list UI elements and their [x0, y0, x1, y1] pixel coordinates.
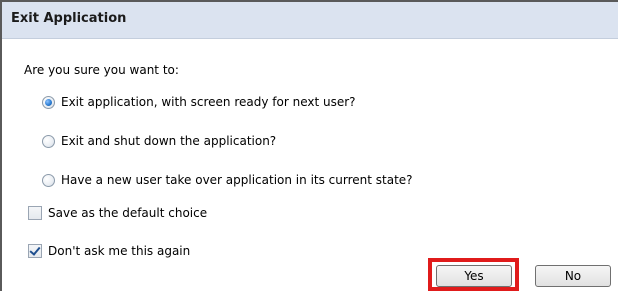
- checkbox-label: Don't ask me this again: [48, 244, 191, 258]
- exit-application-dialog: Exit Application Are you sure you want t…: [0, 0, 618, 291]
- radio-unselected-icon[interactable]: [42, 134, 55, 148]
- yes-button-highlight-box: [428, 258, 519, 291]
- checkbox-checked-icon[interactable]: [28, 244, 42, 258]
- radio-selected-icon[interactable]: [42, 95, 55, 109]
- checkbox-save-default[interactable]: Save as the default choice: [28, 206, 207, 220]
- prompt-text: Are you sure you want to:: [24, 63, 179, 77]
- dialog-title: Exit Application: [11, 11, 127, 26]
- checkbox-unchecked-icon[interactable]: [28, 206, 42, 220]
- option-new-user-takeover[interactable]: Have a new user take over application in…: [42, 173, 413, 187]
- option-exit-shutdown[interactable]: Exit and shut down the application?: [42, 134, 276, 148]
- dialog-titlebar: Exit Application: [2, 2, 618, 39]
- option-label: Have a new user take over application in…: [61, 173, 413, 187]
- option-label: Exit and shut down the application?: [61, 134, 277, 148]
- no-button[interactable]: No: [535, 265, 611, 287]
- checkbox-label: Save as the default choice: [48, 206, 208, 220]
- radio-unselected-icon[interactable]: [42, 173, 55, 187]
- dialog-border-left: [0, 0, 2, 291]
- option-exit-ready-next-user[interactable]: Exit application, with screen ready for …: [42, 95, 356, 109]
- option-label: Exit application, with screen ready for …: [61, 95, 356, 109]
- dialog-border-top: [0, 0, 618, 2]
- checkbox-dont-ask-again[interactable]: Don't ask me this again: [28, 244, 190, 258]
